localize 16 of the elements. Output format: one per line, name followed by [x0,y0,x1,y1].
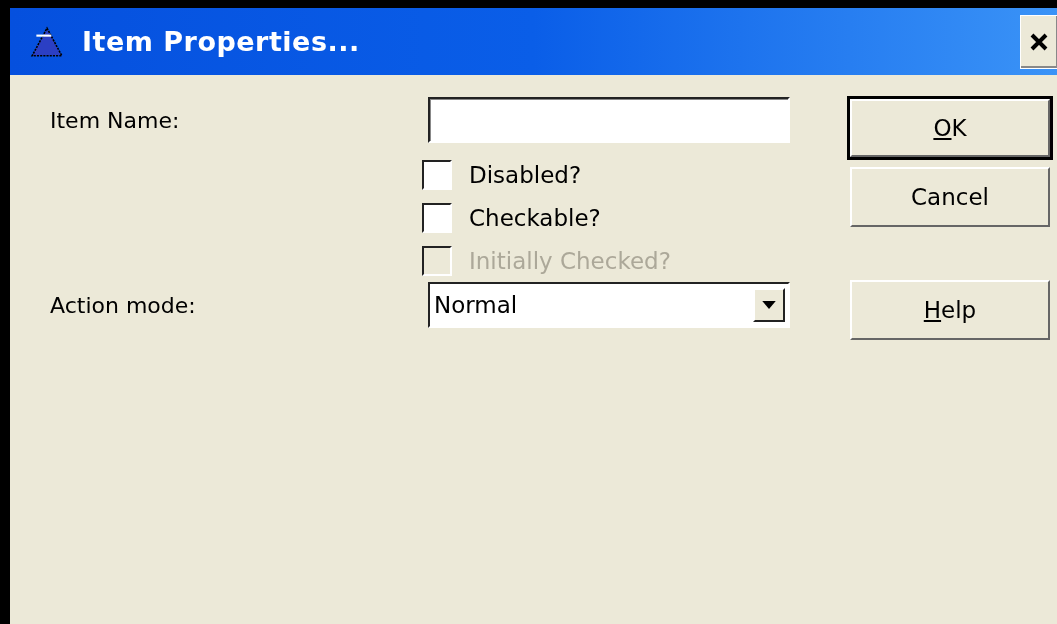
close-button[interactable] [1020,14,1057,69]
triangle-icon [30,24,64,59]
field-label: Action mode: [50,292,197,318]
item-name-field[interactable] [428,97,790,143]
checkbox[interactable] [422,159,452,190]
dialog-button[interactable]: Cancel [850,167,1050,227]
dialog-button[interactable]: Help [850,280,1050,340]
checkbox-label: Disabled? [469,161,582,188]
close-icon [1029,31,1049,52]
field-label: Item Name: [50,107,181,133]
checkbox[interactable] [422,202,452,233]
window-title: Item Properties... [82,26,361,57]
action-mode-dropdown[interactable]: Normal [428,282,790,328]
checkbox-label: Checkable? [469,204,601,231]
dialog-button[interactable]: OK [850,99,1050,157]
checkbox-label: Initially Checked? [469,247,671,274]
